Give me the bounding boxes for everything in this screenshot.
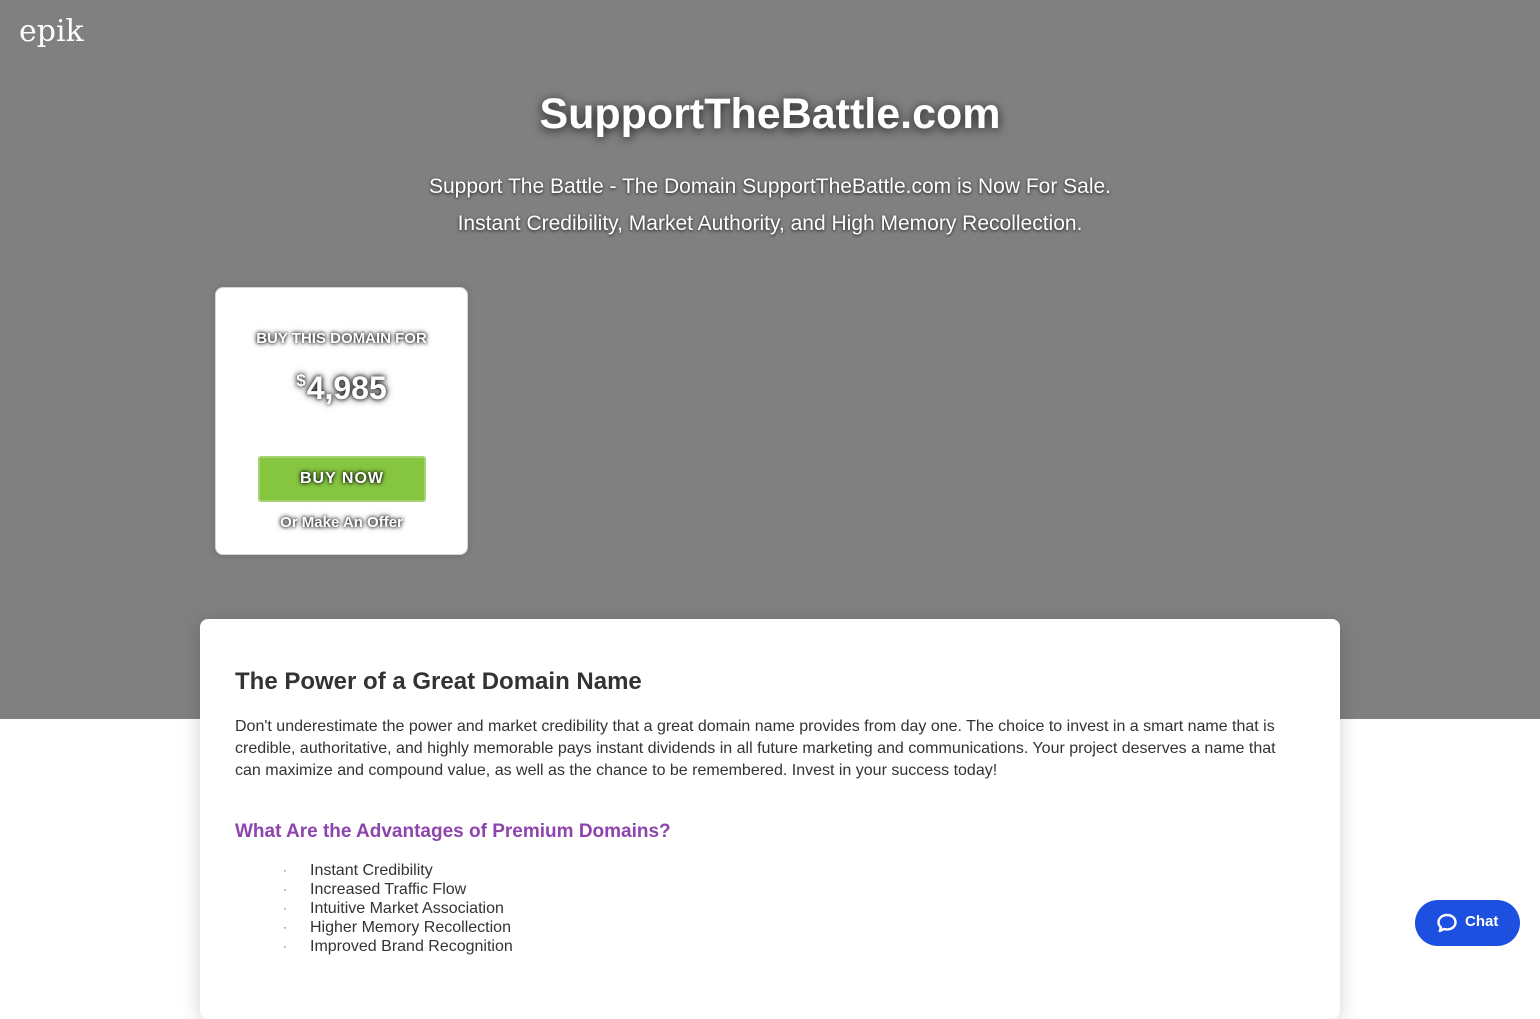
advantage-text: Improved Brand Recognition bbox=[310, 938, 513, 955]
list-item: · Instant Credibility bbox=[235, 861, 513, 880]
content-heading: The Power of a Great Domain Name bbox=[235, 668, 642, 695]
list-item: · Higher Memory Recollection bbox=[235, 918, 513, 937]
bullet-icon: · bbox=[283, 882, 287, 896]
subtitle-line-2: Instant Credibility, Market Authority, a… bbox=[457, 212, 1083, 235]
bullet-icon: · bbox=[283, 901, 287, 915]
hero-subtitle: Support The Battle - The Domain SupportT… bbox=[0, 168, 1540, 242]
chat-label: Chat bbox=[1465, 913, 1499, 930]
buy-now-button[interactable]: BUY NOW bbox=[258, 456, 426, 502]
content-paragraph: Don't underestimate the power and market… bbox=[235, 718, 1276, 779]
advantage-text: Intuitive Market Association bbox=[310, 900, 504, 917]
chat-button[interactable]: Chat bbox=[1415, 900, 1520, 946]
epik-logo[interactable]: epik bbox=[19, 14, 84, 49]
hero-section: epik SupportTheBattle.com Support The Ba… bbox=[0, 0, 1540, 719]
list-item: · Improved Brand Recognition bbox=[235, 937, 513, 956]
price-value: 4,985 bbox=[306, 370, 387, 406]
domain-price: $4,985 bbox=[216, 370, 467, 407]
bullet-icon: · bbox=[283, 939, 287, 953]
advantage-text: Increased Traffic Flow bbox=[310, 881, 467, 898]
subtitle-line-1: Support The Battle - The Domain SupportT… bbox=[428, 175, 1112, 198]
make-offer-link[interactable]: Or Make An Offer bbox=[216, 514, 467, 531]
domain-title: SupportTheBattle.com bbox=[539, 90, 1001, 138]
advantages-list: · Instant Credibility · Increased Traffic … bbox=[235, 861, 513, 956]
list-item: · Increased Traffic Flow bbox=[235, 880, 513, 899]
advantages-heading: What Are the Advantages of Premium Domai… bbox=[235, 821, 671, 842]
list-item: · Intuitive Market Association bbox=[235, 899, 513, 918]
advantage-text: Instant Credibility bbox=[310, 862, 433, 879]
buy-domain-label: BUY THIS DOMAIN FOR bbox=[256, 330, 427, 347]
buy-domain-card: BUY THIS DOMAIN FOR $4,985 BUY NOW Or Ma… bbox=[215, 287, 468, 555]
bullet-icon: · bbox=[283, 920, 287, 934]
content-card: The Power of a Great Domain Name Don't u… bbox=[200, 619, 1340, 1019]
chat-bubble-icon bbox=[1437, 913, 1457, 933]
currency-symbol: $ bbox=[296, 371, 306, 390]
advantage-text: Higher Memory Recollection bbox=[310, 919, 511, 936]
bullet-icon: · bbox=[283, 863, 287, 877]
